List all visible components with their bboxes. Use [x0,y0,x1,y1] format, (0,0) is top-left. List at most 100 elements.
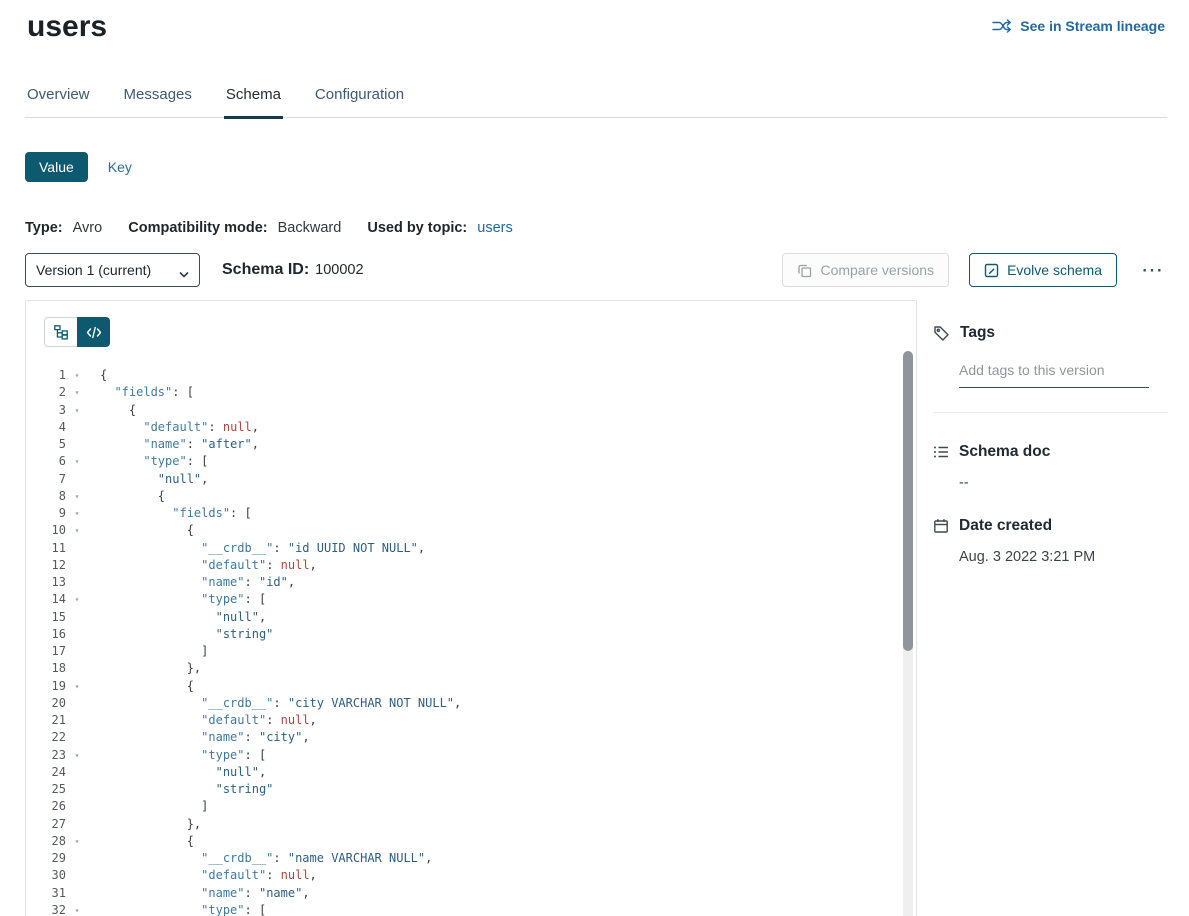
type-label: Type: [25,220,63,236]
line-number: 12 [26,557,66,574]
collapse-arrow-icon[interactable]: ▾ [66,453,82,470]
tab-messages[interactable]: Messages [122,86,194,117]
code-text: { [82,522,194,539]
code-line: 22 "name": "city", [26,729,916,746]
value-toggle-button[interactable]: Value [25,152,88,182]
page-title: users [27,10,107,44]
schema-sidebar: Tags Schema doc -- [917,300,1167,565]
code-line: 30 "default": null, [26,867,916,884]
collapse-arrow-icon[interactable]: ▾ [66,747,82,764]
line-number: 15 [26,609,66,626]
collapse-arrow-icon[interactable]: ▾ [66,505,82,522]
schema-doc-icon [933,445,949,459]
tab-overview[interactable]: Overview [25,86,92,117]
code-text: "default": null, [82,867,317,884]
code-text: "null", [82,609,266,626]
code-line: 23▾ "type": [ [26,747,916,764]
collapse-arrow-icon[interactable]: ▾ [66,488,82,505]
line-number: 21 [26,712,66,729]
line-number: 32 [26,902,66,916]
line-number: 2 [26,384,66,401]
code-line: 5 "name": "after", [26,436,916,453]
line-number: 28 [26,833,66,850]
line-number: 31 [26,885,66,902]
code-line: 3▾ { [26,402,916,419]
schema-content: 1▾{2▾ "fields": [3▾ {4 "default": null,5… [25,300,1167,916]
line-number: 16 [26,626,66,643]
line-number: 29 [26,850,66,867]
line-number: 18 [26,660,66,677]
date-created-icon [933,518,949,534]
evolve-schema-button[interactable]: Evolve schema [969,253,1117,287]
code-line: 4 "default": null, [26,419,916,436]
code-text: { [82,488,165,505]
code-text: "name": "city", [82,729,310,746]
value-key-toggle: Value Key [25,152,1189,182]
used-by-topic-link[interactable]: users [477,220,512,236]
tags-title: Tags [960,324,995,342]
schema-editor-panel: 1▾{2▾ "fields": [3▾ {4 "default": null,5… [25,300,917,916]
line-number: 6 [26,453,66,470]
collapse-arrow-icon[interactable]: ▾ [66,522,82,539]
tab-bar: Overview Messages Schema Configuration [25,86,1167,118]
code-text: "__crdb__": "city VARCHAR NOT NULL", [82,695,461,712]
version-select[interactable]: Version 1 (current) [25,253,200,287]
stream-lineage-link[interactable]: See in Stream lineage [992,18,1165,34]
more-actions-button[interactable]: ⋯ [1137,259,1167,281]
tag-icon [933,325,950,342]
page: users See in Stream lineage Overview Mes… [0,0,1189,916]
key-toggle-button[interactable]: Key [98,152,142,182]
code-text: "name": "after", [82,436,259,453]
scrollbar-track[interactable] [903,351,913,916]
line-number: 7 [26,471,66,488]
line-number: 11 [26,540,66,557]
code-text: { [82,367,107,384]
code-text: "null", [82,471,208,488]
collapse-arrow-icon[interactable]: ▾ [66,833,82,850]
version-toolbar: Version 1 (current) Schema ID: 100002 Co… [25,253,1167,287]
line-number: 3 [26,402,66,419]
code-line: 21 "default": null, [26,712,916,729]
code-line: 13 "name": "id", [26,574,916,591]
compare-versions-button[interactable]: Compare versions [782,253,949,287]
line-number: 1 [26,367,66,384]
code-text: "null", [82,764,266,781]
collapse-arrow-icon[interactable]: ▾ [66,902,82,916]
code-line: 17 ] [26,643,916,660]
code-view-icon [86,326,102,339]
code-editor[interactable]: 1▾{2▾ "fields": [3▾ {4 "default": null,5… [26,361,916,916]
code-text: "type": [ [82,453,208,470]
line-number: 25 [26,781,66,798]
code-text: "fields": [ [82,505,252,522]
code-line: 8▾ { [26,488,916,505]
schema-doc-header: Schema doc [933,443,1167,461]
code-text: "name": "name", [82,885,310,902]
code-text: { [82,402,136,419]
collapse-arrow-icon[interactable]: ▾ [66,367,82,384]
code-line: 26 ] [26,798,916,815]
collapse-arrow-icon[interactable]: ▾ [66,402,82,419]
compare-versions-label: Compare versions [820,262,934,278]
tags-input[interactable] [959,362,1149,388]
code-line: 16 "string" [26,626,916,643]
code-line: 20 "__crdb__": "city VARCHAR NOT NULL", [26,695,916,712]
code-text: { [82,833,194,850]
line-number: 13 [26,574,66,591]
page-header: users See in Stream lineage [0,0,1189,44]
date-created-title: Date created [959,517,1052,535]
scrollbar-thumb[interactable] [903,351,913,651]
code-line: 7 "null", [26,471,916,488]
collapse-arrow-icon[interactable]: ▾ [66,591,82,608]
code-text: "default": null, [82,557,317,574]
schema-doc-value: -- [959,475,1167,491]
line-number: 4 [26,419,66,436]
schema-meta: Type: Avro Compatibility mode: Backward … [25,220,1189,236]
code-view-button[interactable] [77,317,110,347]
tab-configuration[interactable]: Configuration [313,86,406,117]
collapse-arrow-icon[interactable]: ▾ [66,384,82,401]
tags-section: Tags [933,324,1167,388]
tab-schema[interactable]: Schema [224,86,283,117]
used-by-topic-label: Used by topic: [367,220,467,236]
collapse-arrow-icon[interactable]: ▾ [66,678,82,695]
tree-view-button[interactable] [44,317,77,347]
